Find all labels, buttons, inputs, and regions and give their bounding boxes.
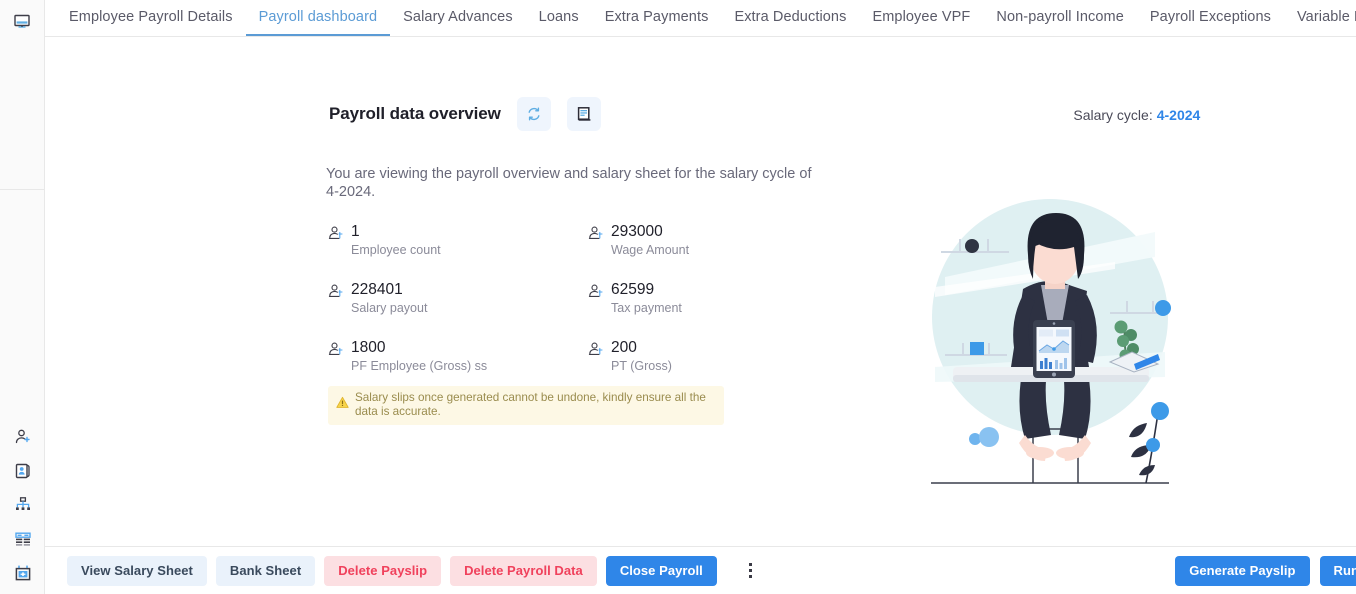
stat-value: 1 (351, 223, 360, 240)
generate-payslip-button[interactable]: Generate Payslip (1175, 555, 1310, 586)
salary-cycle-value[interactable]: 4-2024 (1157, 107, 1201, 123)
sidebar-icon-list (0, 420, 45, 590)
delete-payroll-data-button[interactable]: Delete Payroll Data (450, 555, 597, 586)
tab-loans[interactable]: Loans (526, 0, 592, 36)
stat-salary-payout: 228401 Salary payout (328, 281, 588, 316)
payroll-dashboard-page: Employee Payroll Details Payroll dashboa… (0, 0, 1356, 594)
action-bar-left: View Salary Sheet Bank Sheet Delete Pays… (67, 555, 766, 586)
action-bar: View Salary Sheet Bank Sheet Delete Pays… (45, 546, 1356, 594)
salary-cycle-label: Salary cycle: (1073, 107, 1153, 123)
table-list-icon[interactable] (0, 522, 45, 556)
user-icon (588, 283, 604, 316)
tab-salary-advances[interactable]: Salary Advances (390, 0, 526, 36)
stat-label: Salary payout (351, 301, 428, 315)
warning-banner: Salary slips once generated cannot be un… (328, 386, 724, 425)
tab-variable-payments[interactable]: Variable Payments (1284, 0, 1356, 36)
stats-grid: 1 Employee count 293000 Wage Amount 2284… (328, 223, 748, 374)
stat-value: 62599 (611, 281, 655, 298)
bank-sheet-button[interactable]: Bank Sheet (215, 555, 316, 586)
delete-payslip-button[interactable]: Delete Payslip (324, 555, 442, 586)
stat-employee-count: 1 Employee count (328, 223, 588, 258)
user-icon (588, 341, 604, 374)
stat-label: Wage Amount (611, 243, 690, 257)
stat-value: 293000 (611, 223, 663, 240)
woman-at-desk-with-tablet-illustration (915, 177, 1185, 487)
overview-header: Payroll data overview (329, 97, 601, 131)
org-chart-icon[interactable] (0, 488, 45, 522)
stat-value: 1800 (351, 339, 386, 356)
refresh-icon[interactable] (516, 97, 551, 131)
tab-employee-payroll-details[interactable]: Employee Payroll Details (56, 0, 246, 36)
page-title: Payroll data overview (329, 104, 501, 123)
stat-wage-amount: 293000 Wage Amount (588, 223, 748, 258)
stat-label: Employee count (351, 243, 441, 257)
stat-pf-employee-gross: 1800 PF Employee (Gross) ss (328, 339, 588, 374)
tab-non-payroll-income[interactable]: Non-payroll Income (983, 0, 1137, 36)
stat-value: 200 (611, 339, 637, 356)
overview-description: You are viewing the payroll overview and… (326, 166, 812, 200)
payroll-calendar-icon[interactable] (0, 556, 45, 590)
user-icon (328, 283, 344, 316)
warning-triangle-icon (336, 396, 349, 414)
user-icon (328, 225, 344, 258)
stat-label: PT (Gross) (611, 359, 672, 373)
stat-tax-payment: 62599 Tax payment (588, 281, 748, 316)
user-icon (328, 341, 344, 374)
left-sidebar (0, 0, 45, 594)
view-salary-sheet-button[interactable]: View Salary Sheet (67, 555, 207, 586)
close-payroll-button[interactable]: Close Payroll (605, 555, 717, 586)
add-user-icon[interactable] (0, 420, 45, 454)
report-document-icon[interactable] (566, 97, 601, 131)
run-payroll-button[interactable]: Run Payroll (1319, 555, 1356, 586)
main-area: Employee Payroll Details Payroll dashboa… (45, 0, 1356, 594)
tab-bar: Employee Payroll Details Payroll dashboa… (45, 0, 1356, 37)
dashboard-content: Payroll data overview Salary cycle: 4-20… (45, 37, 1356, 546)
stat-pt-gross: 200 PT (Gross) (588, 339, 748, 374)
stat-label: Tax payment (611, 301, 682, 315)
id-card-icon[interactable] (0, 454, 45, 488)
tab-employee-vpf[interactable]: Employee VPF (859, 0, 983, 36)
tab-extra-payments[interactable]: Extra Payments (592, 0, 722, 36)
warning-text: Salary slips once generated cannot be un… (355, 391, 706, 418)
salary-cycle: Salary cycle: 4-2024 (1073, 107, 1200, 123)
tab-payroll-dashboard[interactable]: Payroll dashboard (245, 0, 391, 36)
tab-extra-deductions[interactable]: Extra Deductions (721, 0, 859, 36)
tab-payroll-exceptions[interactable]: Payroll Exceptions (1137, 0, 1284, 36)
stat-label: PF Employee (Gross) ss (351, 359, 488, 373)
monitor-icon[interactable] (0, 5, 44, 39)
action-bar-right: Generate Payslip Run Payroll (1175, 555, 1356, 586)
sidebar-top-section (0, 0, 44, 190)
stat-value: 228401 (351, 281, 403, 298)
more-options-icon[interactable] (736, 556, 766, 586)
user-icon (588, 225, 604, 258)
